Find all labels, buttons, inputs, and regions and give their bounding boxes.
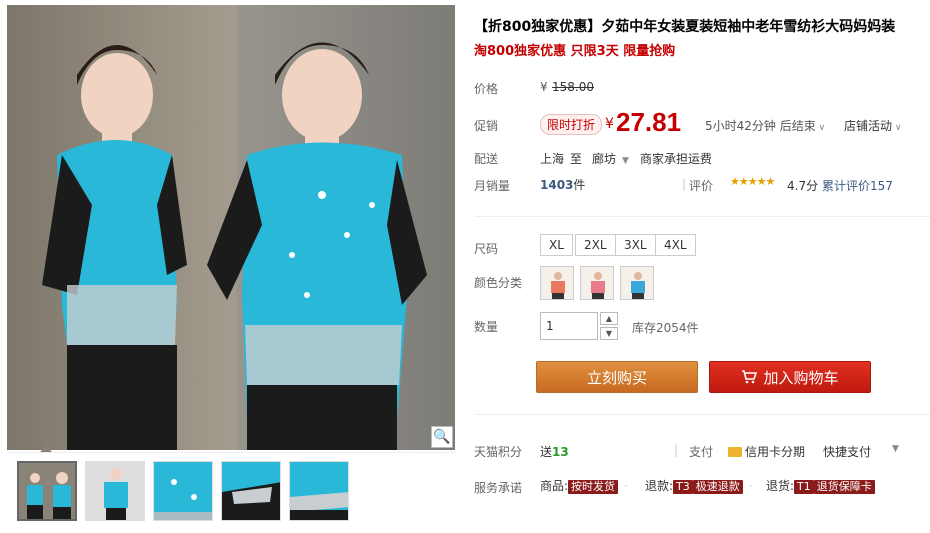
quantity-label: 数量 xyxy=(474,320,499,334)
size-option-2xl[interactable]: 2XL xyxy=(575,234,616,256)
color-swatch-coral[interactable] xyxy=(540,266,574,300)
rating-label: 评价 xyxy=(689,179,714,193)
service-return: 退货: T1 退货保障卡 xyxy=(766,477,875,494)
monthly-sales: 1403件 xyxy=(540,178,586,192)
thumbnail-3[interactable] xyxy=(153,461,213,521)
monthly-sales-label: 月销量 xyxy=(474,179,511,193)
size-option-xl[interactable]: XL xyxy=(540,234,573,256)
thumbnail-2[interactable] xyxy=(85,461,145,521)
product-info-panel: 【折800独家优惠】夕茹中年女装夏装短袖中老年雪纺衫大码妈妈装 淘800独家优惠… xyxy=(474,0,930,533)
pay-label: 支付 xyxy=(689,445,714,459)
stock-count: 库存2054件 xyxy=(632,321,699,335)
caret-down-icon: ▼ xyxy=(622,156,629,166)
thumbnail-5[interactable] xyxy=(289,461,349,521)
size-label: 尺码 xyxy=(474,242,499,256)
rating-score: 4.7分 xyxy=(787,179,819,193)
price-label: 价格 xyxy=(474,82,499,96)
store-activity-dropdown[interactable]: 店铺活动 ∨ xyxy=(844,117,901,134)
promo-label: 促销 xyxy=(474,119,499,133)
price-currency: ¥ xyxy=(605,116,614,132)
points-label: 天猫积分 xyxy=(474,445,523,459)
color-label: 颜色分类 xyxy=(474,276,523,290)
color-swatch-pink[interactable] xyxy=(580,266,614,300)
ship-from: 上海 xyxy=(540,152,565,166)
divider: | xyxy=(682,177,687,191)
buy-now-button[interactable]: 立刻购买 xyxy=(536,361,698,393)
product-photo xyxy=(7,5,455,450)
size-option-4xl[interactable]: 4XL xyxy=(655,234,696,256)
shipping-label: 配送 xyxy=(474,152,499,166)
current-price: 27.81 xyxy=(616,107,682,137)
color-swatch-blue[interactable] xyxy=(620,266,654,300)
shipping-fee: 商家承担运费 xyxy=(640,152,713,166)
product-title: 【折800独家优惠】夕茹中年女装夏装短袖中老年雪纺衫大码妈妈装 xyxy=(474,19,896,35)
credit-card-installment[interactable]: 信用卡分期 xyxy=(728,443,805,460)
caret-down-icon[interactable]: ▼ xyxy=(892,444,899,454)
quick-pay[interactable]: 快捷支付 xyxy=(823,443,871,460)
cart-icon xyxy=(742,370,758,384)
chevron-down-icon: ∨ xyxy=(815,123,826,133)
main-product-image[interactable]: 🔍 xyxy=(7,5,455,450)
credit-card-icon xyxy=(728,447,742,457)
increment-icon[interactable]: ▲ xyxy=(600,312,618,325)
points-value: 送13 xyxy=(540,445,569,459)
thumbnail-strip xyxy=(7,452,455,530)
ship-to-dropdown[interactable]: 廊坊 ▼ xyxy=(592,150,629,167)
divider xyxy=(474,216,930,217)
quantity-input[interactable] xyxy=(540,312,598,340)
add-to-cart-label: 加入购物车 xyxy=(763,368,839,387)
service-refund: 退款: T3 极速退款 · xyxy=(645,479,753,494)
divider: | xyxy=(674,443,679,457)
service-label: 服务承诺 xyxy=(474,481,523,495)
rating-stars-icon: ★★★★★ xyxy=(730,175,775,188)
size-option-3xl[interactable]: 3XL xyxy=(615,234,656,256)
thumbnail-1[interactable] xyxy=(17,461,77,521)
divider xyxy=(474,414,930,415)
add-to-cart-button[interactable]: 加入购物车 xyxy=(709,361,871,393)
flash-sale-badge: 限时打折 xyxy=(540,114,603,135)
service-goods: 商品: 按时发货 · xyxy=(540,479,628,494)
ship-to-word: 至 xyxy=(570,152,583,166)
countdown: 5小时42分钟 后结束 ∨ xyxy=(705,119,826,133)
orig-currency: ¥ xyxy=(540,80,548,94)
reviews-link[interactable]: 累计评价157 xyxy=(822,177,893,194)
zoom-icon[interactable]: 🔍 xyxy=(431,426,453,448)
decrement-icon[interactable]: ▼ xyxy=(600,327,618,340)
chevron-down-icon: ∨ xyxy=(892,123,902,133)
promo-line: 淘800独家优惠 只限3天 限量抢购 xyxy=(474,44,676,59)
thumbnail-4[interactable] xyxy=(221,461,281,521)
original-price: 158.00 xyxy=(552,80,594,94)
